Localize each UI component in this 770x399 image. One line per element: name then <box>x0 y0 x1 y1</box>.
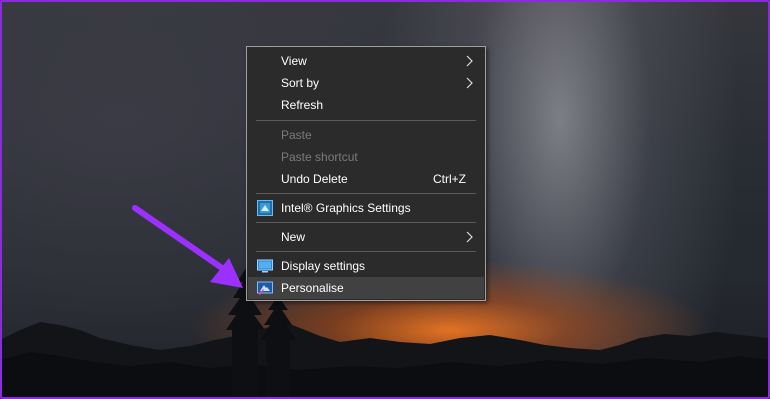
desktop-background: View Sort by Refresh Paste Paste shortcu… <box>0 0 770 399</box>
pointer-arrow-icon <box>132 205 243 288</box>
